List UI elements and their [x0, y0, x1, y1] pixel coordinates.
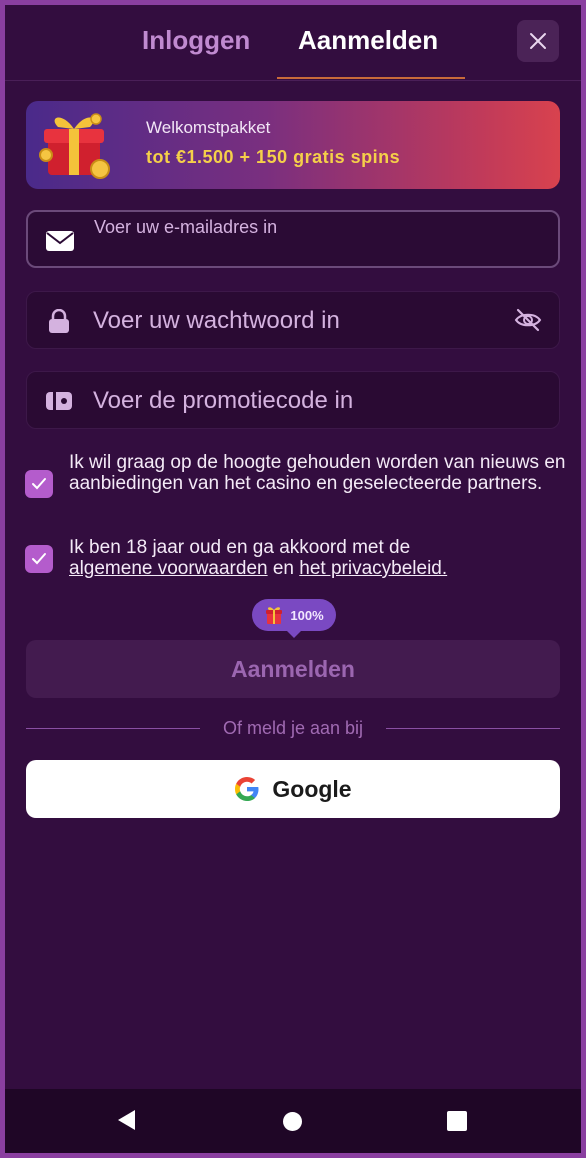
checkmark-icon	[32, 478, 46, 490]
back-triangle-icon[interactable]	[116, 1109, 136, 1131]
divider-right	[386, 728, 560, 729]
recents-square-icon[interactable]	[447, 1111, 467, 1131]
google-icon	[235, 777, 259, 801]
bonus-bubble: 100%	[252, 599, 336, 638]
banner-subtitle: tot €1.500 + 150 gratis spins	[146, 147, 401, 167]
promo-placeholder: Voer de promotiecode in	[93, 387, 354, 414]
tab-login[interactable]: Inloggen	[142, 25, 250, 56]
active-tab-indicator	[277, 77, 465, 79]
terms-text-before: Ik ben 18 jaar oud en ga akkoord met de	[69, 537, 411, 558]
close-icon	[530, 33, 546, 49]
terms-consent-text: Ik ben 18 jaar oud en ga akkoord met de …	[69, 537, 569, 579]
bonus-percentage: 100%	[290, 607, 324, 623]
email-field[interactable]: Voer uw e-mailadres in	[26, 210, 560, 268]
header: Inloggen Aanmelden	[5, 5, 581, 81]
newsletter-checkbox[interactable]	[25, 470, 53, 498]
app-frame: Inloggen Aanmelden Welkomstpakket tot €1…	[5, 5, 581, 1153]
system-navbar	[5, 1089, 581, 1153]
register-button[interactable]: Aanmelden	[26, 640, 560, 698]
terms-text-middle: en	[272, 558, 294, 579]
envelope-icon	[46, 231, 74, 251]
password-placeholder: Voer uw wachtwoord in	[93, 307, 340, 334]
welcome-banner[interactable]: Welkomstpakket tot €1.500 + 150 gratis s…	[26, 101, 560, 189]
terms-checkbox[interactable]	[25, 545, 53, 573]
tab-register[interactable]: Aanmelden	[298, 25, 438, 56]
privacy-link[interactable]: het privacybeleid.	[299, 558, 447, 579]
eye-off-icon[interactable]	[513, 305, 543, 335]
gift-box-icon	[39, 113, 110, 179]
home-circle-icon[interactable]	[283, 1112, 302, 1131]
lock-icon	[49, 309, 69, 333]
terms-link[interactable]: algemene voorwaarden	[69, 558, 268, 579]
email-placeholder: Voer uw e-mailadres in	[94, 217, 278, 237]
google-signin-button[interactable]: Google	[26, 760, 560, 818]
checkmark-icon	[32, 553, 46, 565]
ticket-icon	[46, 392, 72, 410]
google-button-label: Google	[272, 775, 352, 802]
password-field[interactable]: Voer uw wachtwoord in	[26, 291, 560, 349]
close-button[interactable]	[517, 20, 559, 62]
gift-icon	[266, 607, 283, 624]
banner-title: Welkomstpakket	[146, 118, 271, 137]
register-button-label: Aanmelden	[231, 655, 355, 682]
newsletter-consent-text: Ik wil graag op de hoogte gehouden worde…	[69, 452, 566, 494]
promo-code-field[interactable]: Voer de promotiecode in	[26, 371, 560, 429]
